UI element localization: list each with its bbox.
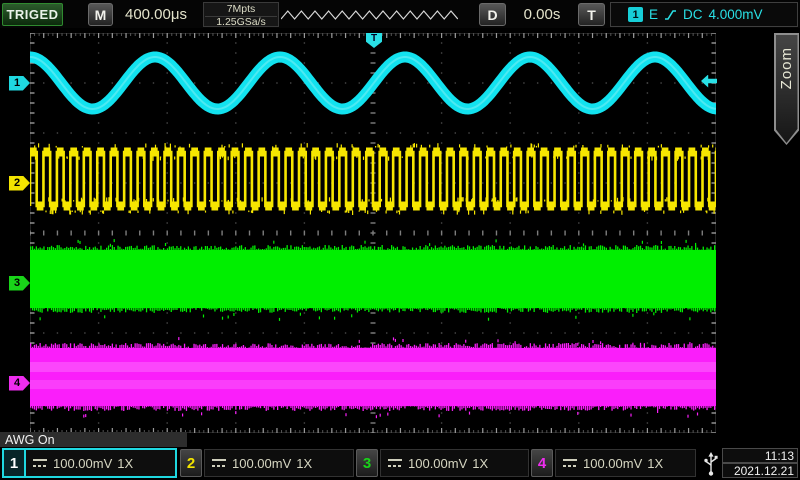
usb-icon: [700, 449, 721, 478]
top-status-bar: TRIGED M 400.00μs 7Mpts 1.25GSa/s D 0.00…: [0, 0, 800, 28]
zoom-tab-label: Zoom: [778, 47, 795, 89]
trigger-level-value: 4.000mV: [709, 7, 763, 22]
channel2-probe: 1X: [296, 456, 312, 471]
channel1-status-group[interactable]: 1 100.00mV 1X: [2, 448, 177, 478]
ch2-zero-marker[interactable]: 2: [9, 176, 30, 191]
timebase-value: 400.00μs: [110, 3, 202, 26]
clock-date: 2021.12.21: [722, 463, 798, 478]
zoom-tab-face: Zoom: [776, 35, 798, 144]
trigger-type-label: E: [649, 7, 658, 22]
memory-depth: 7Mpts: [204, 4, 278, 16]
channel4-probe: 1X: [647, 456, 663, 471]
ch4-zero-marker[interactable]: 4: [9, 376, 30, 391]
ch1-zero-marker[interactable]: 1: [9, 76, 30, 91]
channel4-scale: 100.00mV: [583, 456, 642, 471]
channel1-scale: 100.00mV: [53, 456, 112, 471]
channel3-number-button[interactable]: 3: [356, 449, 378, 477]
waveform-preview-icon: [281, 2, 458, 27]
delay-menu-button[interactable]: D: [479, 3, 506, 26]
zoom-tab[interactable]: Zoom: [774, 33, 799, 145]
trigger-coupling-label: DC: [683, 7, 703, 22]
channel4-number-button[interactable]: 4: [531, 449, 553, 477]
waveform-display: [30, 33, 716, 433]
clock-time: 11:13: [722, 448, 798, 463]
channel2-status-group[interactable]: 100.00mV 1X: [204, 449, 354, 477]
channel1-number-button[interactable]: 1: [4, 450, 26, 476]
trigger-menu-button[interactable]: T: [578, 3, 605, 26]
trigger-info-box: 1 E DC 4.000mV: [610, 2, 798, 27]
trigger-source-badge: 1: [628, 7, 643, 22]
channel3-scale: 100.00mV: [408, 456, 467, 471]
dc-coupling-icon: [33, 459, 48, 468]
channel3-probe: 1X: [472, 456, 488, 471]
dc-coupling-icon: [388, 459, 403, 468]
channel1-settings: 100.00mV 1X: [26, 450, 133, 476]
channel3-status-group[interactable]: 100.00mV 1X: [380, 449, 529, 477]
ch3-zero-marker[interactable]: 3: [9, 276, 30, 291]
channel2-number-button[interactable]: 2: [180, 449, 202, 477]
channel4-status-group[interactable]: 100.00mV 1X: [555, 449, 696, 477]
oscilloscope-screen: TRIGED M 400.00μs 7Mpts 1.25GSa/s D 0.00…: [0, 0, 800, 480]
horizontal-offset-value: 0.00s: [506, 3, 578, 26]
sample-rate: 1.25GSa/s: [204, 17, 278, 29]
dc-coupling-icon: [212, 459, 227, 468]
trigger-status-badge: TRIGED: [2, 3, 63, 26]
channel1-probe: 1X: [117, 456, 133, 471]
rising-edge-icon: [664, 8, 677, 22]
dc-coupling-icon: [563, 459, 578, 468]
channel2-scale: 100.00mV: [232, 456, 291, 471]
awg-status-tab: AWG On: [0, 432, 187, 447]
acquisition-info: 7Mpts 1.25GSa/s: [203, 2, 279, 27]
